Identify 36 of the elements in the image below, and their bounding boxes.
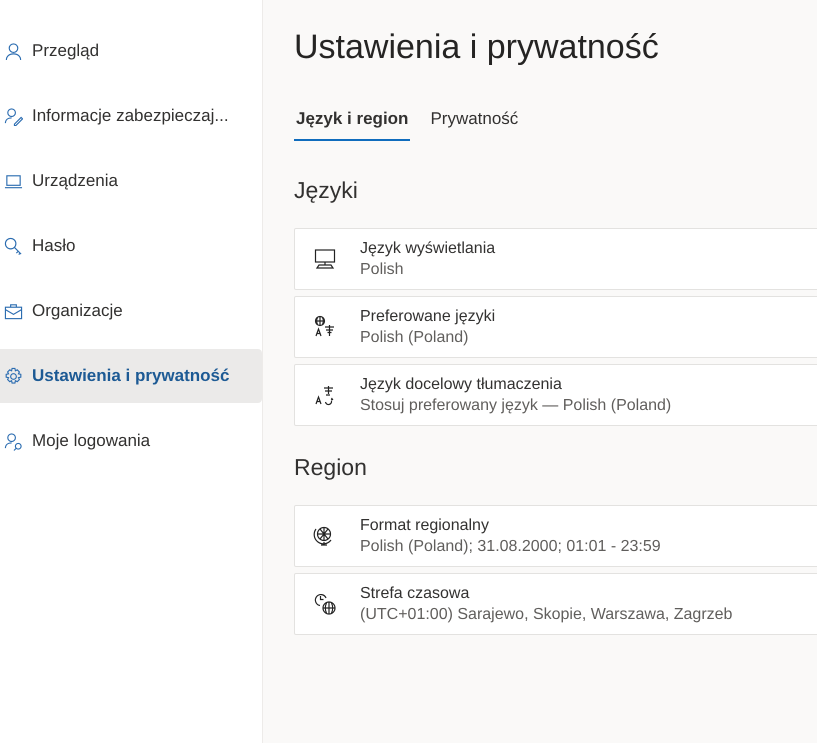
section-heading: Region: [294, 454, 368, 481]
setting-card[interactable]: Format regionalny Polish (Poland); 31.08.2000; 01:01 - 23:59: [294, 505, 817, 567]
person-icon: [4, 42, 23, 60]
clock-globe-icon: [313, 592, 337, 616]
setting-title: Język docelowy tłumaczenia: [360, 376, 563, 394]
sidebar-item[interactable]: Przegląd: [0, 24, 262, 78]
setting-card[interactable]: Język wyświetlania Polish: [294, 228, 817, 290]
sidebar-item[interactable]: Urządzenia: [0, 154, 262, 208]
page-title: Ustawienia i prywatność: [294, 28, 660, 67]
tab[interactable]: Prywatność: [428, 103, 520, 141]
sidebar-item[interactable]: Hasło: [0, 219, 262, 273]
sidebar-item[interactable]: Ustawienia i prywatność: [0, 349, 262, 403]
language-icon: [313, 315, 337, 339]
section-heading: Języki: [294, 177, 359, 204]
setting-title: Format regionalny: [360, 516, 490, 534]
sidebar-item[interactable]: Informacje zabezpieczaj...: [0, 89, 262, 143]
setting-value: Polish (Poland): [360, 328, 470, 346]
setting-value: (UTC+01:00) Sarajewo, Skopie, Warszawa, Zagrzeb: [360, 606, 732, 624]
person-pen-icon: [4, 106, 23, 126]
setting-title: Strefa czasowa: [360, 584, 470, 602]
setting-value: Polish: [360, 260, 405, 278]
setting-value: Stosuj preferowany język — Polish (Poland): [360, 396, 672, 414]
monitor-icon: [313, 247, 337, 271]
setting-card[interactable]: Język docelowy tłumaczenia Stosuj preferowany język — Polish (Poland): [294, 364, 817, 426]
setting-card[interactable]: Preferowane języki Polish (Poland): [294, 296, 817, 358]
briefcase-icon: [4, 302, 23, 320]
gear-icon: [4, 366, 23, 386]
setting-card[interactable]: Strefa czasowa (UTC+01:00) Sarajewo, Skopie, Warszawa, Zagrzeb: [294, 573, 817, 635]
setting-title: Preferowane języki: [360, 308, 496, 326]
person-key-icon: [4, 432, 23, 450]
sidebar-item[interactable]: Moje logowania: [0, 414, 262, 468]
setting-value: Polish (Poland); 31.08.2000; 01:01 - 23:59: [360, 538, 661, 556]
sidebar-item[interactable]: Organizacje: [0, 284, 262, 338]
tab[interactable]: Język i region: [294, 103, 410, 141]
key-icon: [4, 236, 23, 256]
setting-title: Język wyświetlania: [360, 240, 496, 258]
